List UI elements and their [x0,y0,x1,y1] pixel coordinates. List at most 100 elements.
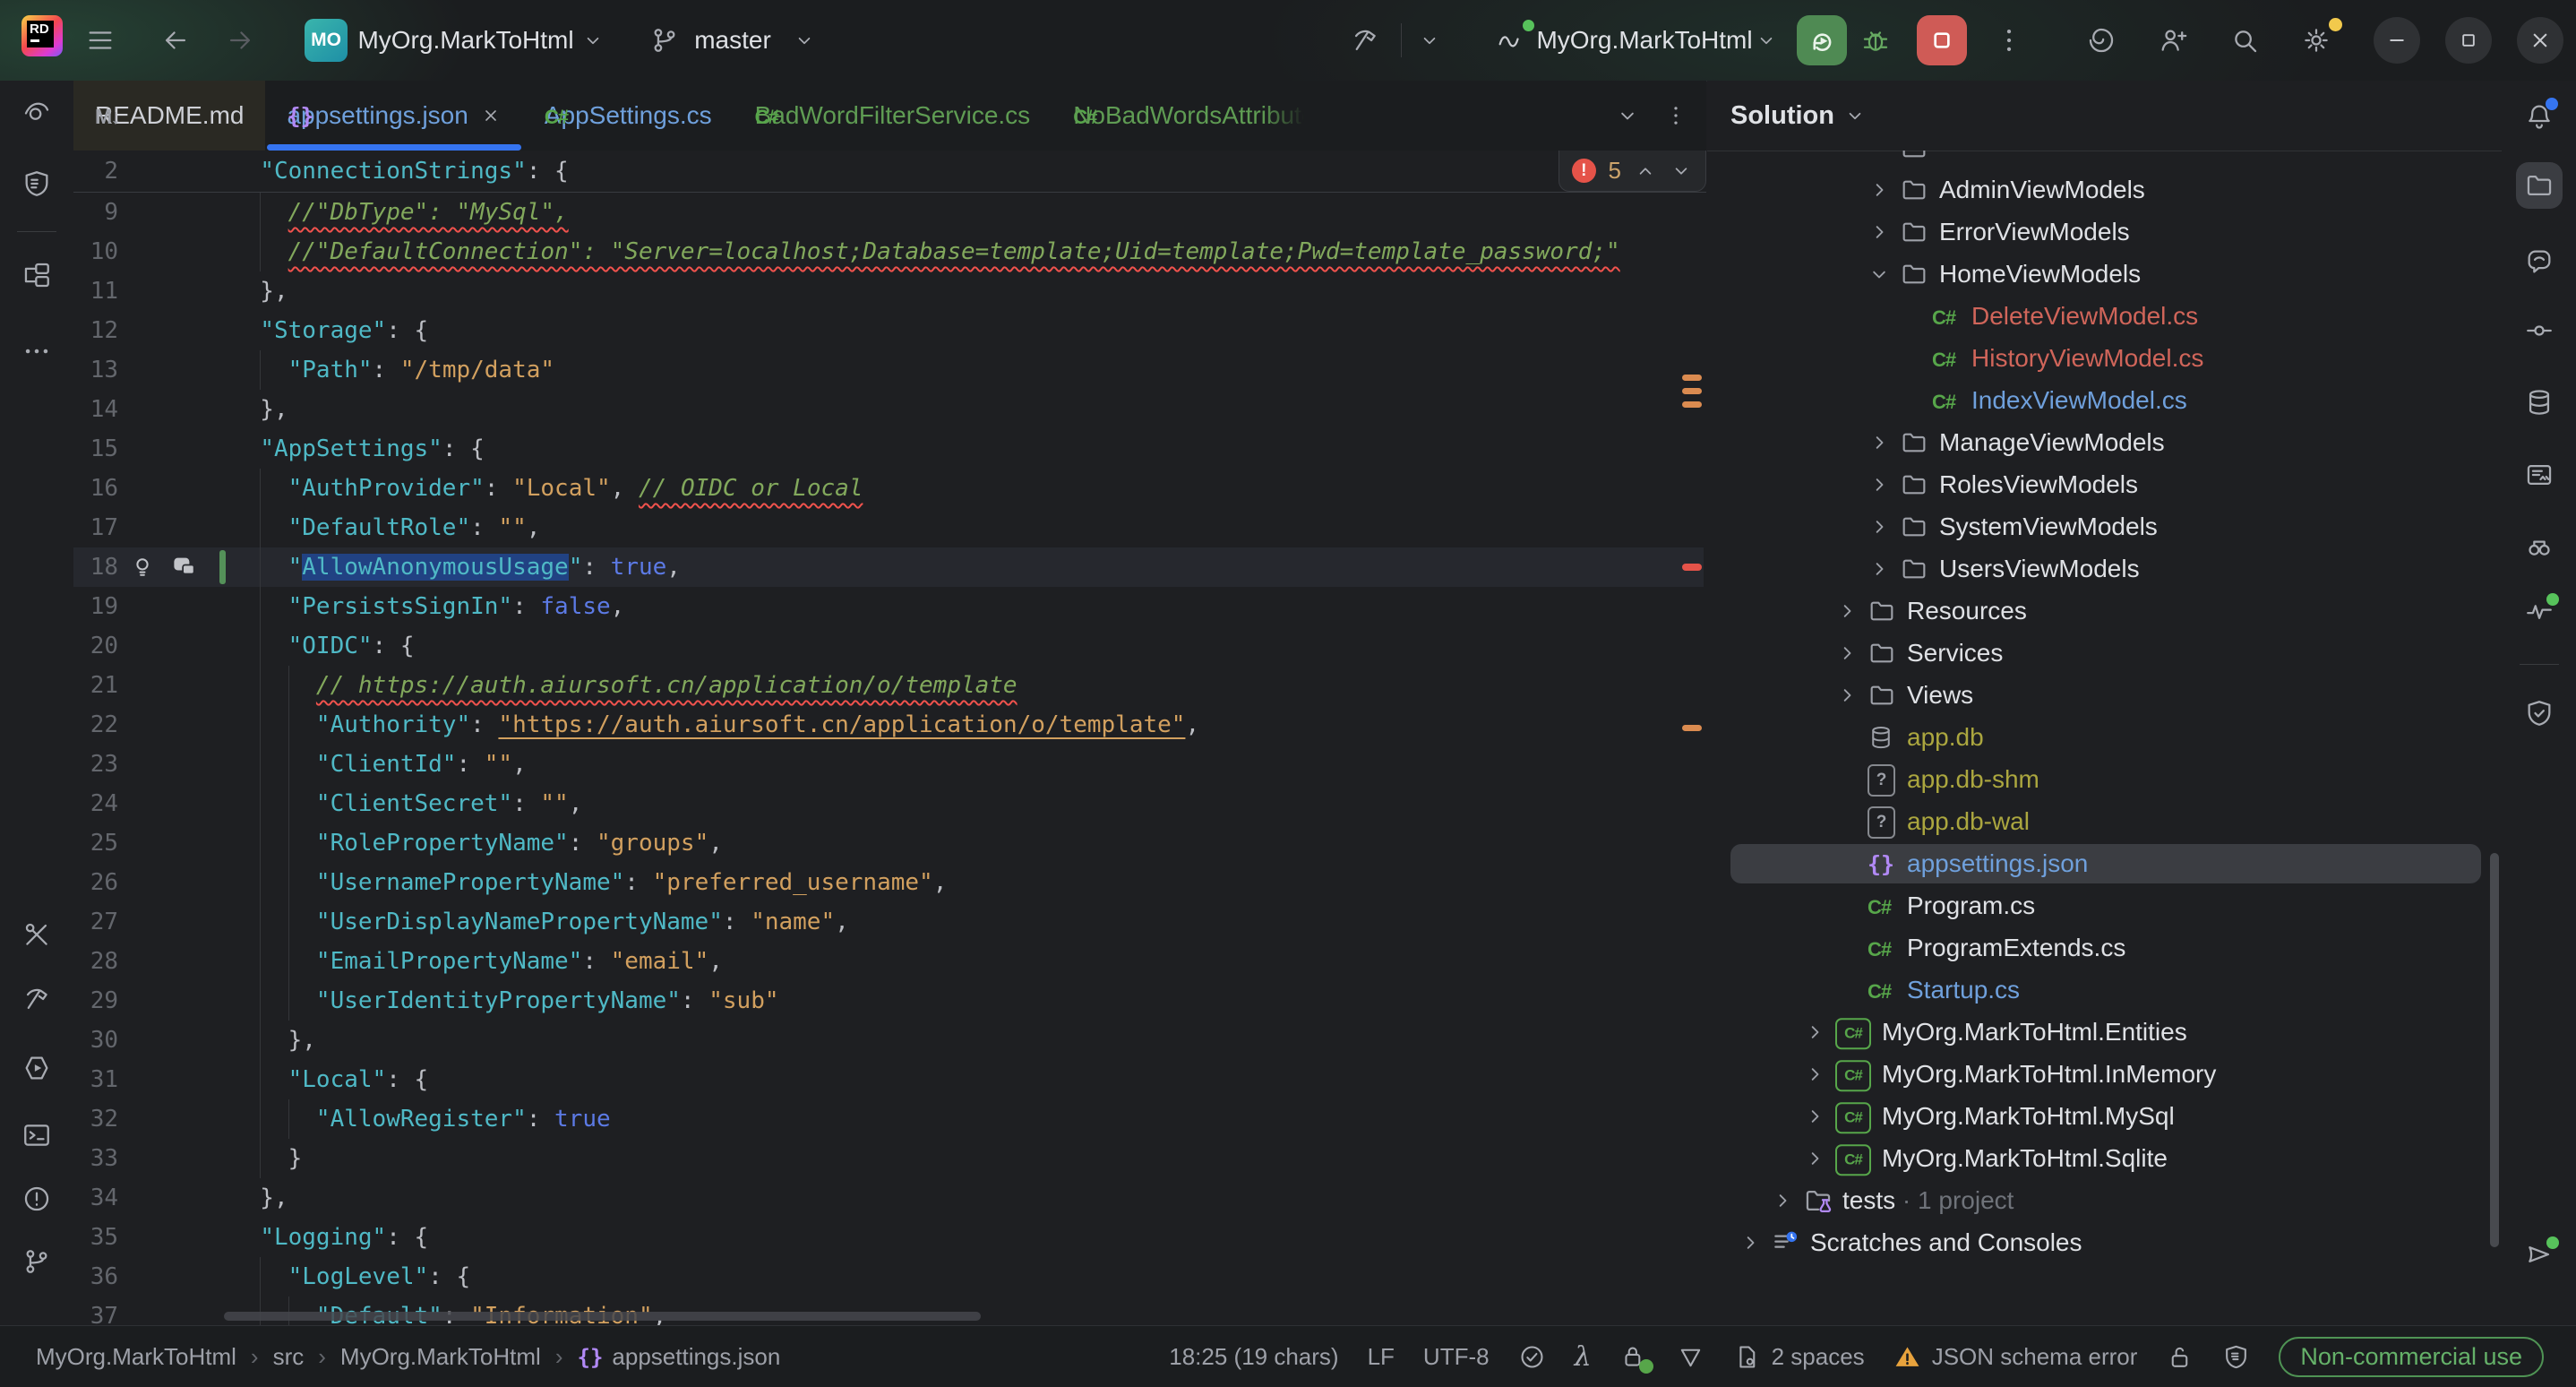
tree-item-AdminViewModels[interactable]: AdminViewModels [1707,170,2502,210]
inspections-widget[interactable]: ! 5 [1558,151,1706,192]
code-line-32[interactable]: 32 "AllowRegister": true [73,1099,1706,1139]
project-avatar[interactable]: MO [305,19,348,62]
tree-item-Scratches and Consoles[interactable]: Scratches and Consoles [1707,1223,2502,1262]
tree-item-MyOrg.MarkToHtml.InMemory[interactable]: C#MyOrg.MarkToHtml.InMemory [1707,1055,2502,1094]
caret-position[interactable]: 18:25 (19 chars) [1169,1343,1338,1371]
database-icon[interactable] [2524,387,2555,418]
tab-NoBadWordsAttribute.cs[interactable]: C#NoBadWordsAttribute.cs [1052,81,1326,151]
stripe-mark[interactable] [1682,388,1702,394]
code-line-27[interactable]: 27 "UserDisplayNamePropertyName": "name"… [73,902,1706,942]
back-icon[interactable] [160,25,191,56]
tree-scrollbar[interactable] [2490,853,2499,1247]
check-circle-icon[interactable] [1518,1343,1546,1371]
tree-item-Startup.cs[interactable]: C#Startup.cs [1707,970,2502,1010]
lock-status-icon[interactable] [1620,1343,1648,1371]
line-number[interactable]: 22 [73,705,118,745]
code-line-15[interactable]: 15 "AppSettings": { [73,429,1706,469]
code-line-30[interactable]: 30 }, [73,1021,1706,1060]
window-minimize-button[interactable] [2374,17,2420,64]
code-line-34[interactable]: 34 }, [73,1178,1706,1218]
next-error-chevron-icon[interactable] [1670,159,1693,183]
window-maximize-button[interactable] [2445,17,2492,64]
code-line-31[interactable]: 31 "Local": { [73,1060,1706,1099]
line-number[interactable]: 31 [73,1060,118,1099]
structure-icon[interactable] [21,260,52,290]
solution-explorer-icon[interactable] [2516,162,2563,209]
main-menu-icon[interactable] [85,25,116,56]
tree-item-app.db[interactable]: app.db [1707,718,2502,757]
project-chevron-icon[interactable] [581,29,605,52]
tree-item-ManageViewModels[interactable]: ManageViewModels [1707,423,2502,462]
code-line-9[interactable]: 9 //"DbType": "MySql", [73,193,1706,232]
schema-warning[interactable]: JSON schema error [1893,1343,2138,1371]
ai-assistant-icon[interactable] [2086,25,2117,56]
chevron-right-icon[interactable] [1802,1062,1827,1087]
code-line-17[interactable]: 17 "DefaultRole": "", [73,508,1706,547]
shield-status-icon[interactable] [2222,1343,2250,1371]
code-line-25[interactable]: 25 "RolePropertyName": "groups", [73,823,1706,863]
line-ending[interactable]: LF [1368,1343,1395,1371]
tree-item-SystemViewModels[interactable]: SystemViewModels [1707,507,2502,547]
code-line-22[interactable]: 22 "Authority": "https://auth.aiursoft.c… [73,705,1706,745]
tree-item-IndexViewModel.cs[interactable]: C#IndexViewModel.cs [1707,381,2502,420]
line-number[interactable]: 26 [73,863,118,902]
tree-item-HistoryViewModel.cs[interactable]: C#HistoryViewModel.cs [1707,339,2502,378]
project-name[interactable]: MyOrg.MarkToHtml [357,26,573,55]
line-number[interactable]: 25 [73,823,118,863]
line-number[interactable]: 27 [73,902,118,942]
build-icon[interactable] [21,984,52,1014]
terminal-icon[interactable] [21,1120,52,1150]
line-number[interactable]: 11 [73,271,118,311]
chevron-right-icon[interactable] [1802,1146,1827,1171]
breadcrumb-item[interactable]: MyOrg.MarkToHtml [36,1343,236,1371]
line-number[interactable]: 16 [73,469,118,508]
panel-title-chevron-icon[interactable] [1843,104,1867,127]
stop-button[interactable] [1917,15,1967,65]
git-branch-icon[interactable] [649,25,680,56]
chevron-right-icon[interactable] [1802,1104,1827,1129]
settings-gear-icon[interactable] [2301,25,2331,56]
chevron-right-icon[interactable] [1867,220,1892,245]
line-number[interactable]: 34 [73,1178,118,1218]
code-line-14[interactable]: 14 }, [73,390,1706,429]
line-number[interactable]: 29 [73,981,118,1021]
chevron-right-icon[interactable] [1867,556,1892,582]
code-line-35[interactable]: 35 "Logging": { [73,1218,1706,1257]
tree-item-RolesViewModels[interactable]: RolesViewModels [1707,465,2502,504]
tree-item-tests[interactable]: tests · 1 project [1707,1181,2502,1220]
tree-item-MyOrg.MarkToHtml.MySql[interactable]: C#MyOrg.MarkToHtml.MySql [1707,1097,2502,1136]
tree-item-HomeViewModels[interactable]: HomeViewModels [1707,254,2502,294]
run-icon[interactable] [21,1053,52,1083]
code-line-13[interactable]: 13 "Path": "/tmp/data" [73,350,1706,390]
chevron-right-icon[interactable] [1834,683,1859,708]
line-number[interactable]: 21 [73,666,118,705]
code-line-16[interactable]: 16 "AuthProvider": "Local", // OIDC or L… [73,469,1706,508]
chevron-right-icon[interactable] [1867,472,1892,497]
window-close-button[interactable] [2517,17,2563,64]
code-line-10[interactable]: 10 //"DefaultConnection": "Server=localh… [73,232,1706,271]
monitoring-pulse-icon[interactable] [2524,596,2555,626]
code-line-11[interactable]: 11 }, [73,271,1706,311]
branch-name[interactable]: master [694,26,771,55]
sticky-line[interactable]: 2 "ConnectionStrings": { [73,151,1706,193]
tree-item-ProgramExtends.cs[interactable]: C#ProgramExtends.cs [1707,928,2502,968]
code-line-29[interactable]: 29 "UserIdentityPropertyName": "sub" [73,981,1706,1021]
code-with-me-icon[interactable] [2158,25,2188,56]
line-number[interactable]: 24 [73,784,118,823]
stripe-mark[interactable] [1682,401,1702,408]
commit-icon[interactable] [2524,315,2555,346]
code-line-26[interactable]: 26 "UsernamePropertyName": "preferred_us… [73,863,1706,902]
breadcrumb-item[interactable]: {}appsettings.json [578,1343,781,1371]
problems-icon[interactable] [21,1184,52,1214]
stripe-mark[interactable] [1682,564,1702,571]
chevron-down-icon[interactable] [1867,262,1892,287]
unlocked-padlock-icon[interactable] [2166,1343,2194,1371]
tree-item-DeleteViewModel.cs[interactable]: C#DeleteViewModel.cs [1707,297,2502,336]
ai-suggestion-icon[interactable] [171,554,198,581]
line-number[interactable]: 17 [73,508,118,547]
search-everywhere-icon[interactable] [2229,25,2260,56]
code-line-20[interactable]: 20 "OIDC": { [73,626,1706,666]
code-area[interactable]: 9 //"DbType": "MySql",10 //"DefaultConne… [73,193,1706,1326]
tree-item-MyOrg.MarkToHtml.Sqlite[interactable]: C#MyOrg.MarkToHtml.Sqlite [1707,1139,2502,1178]
forward-icon[interactable] [225,25,255,56]
